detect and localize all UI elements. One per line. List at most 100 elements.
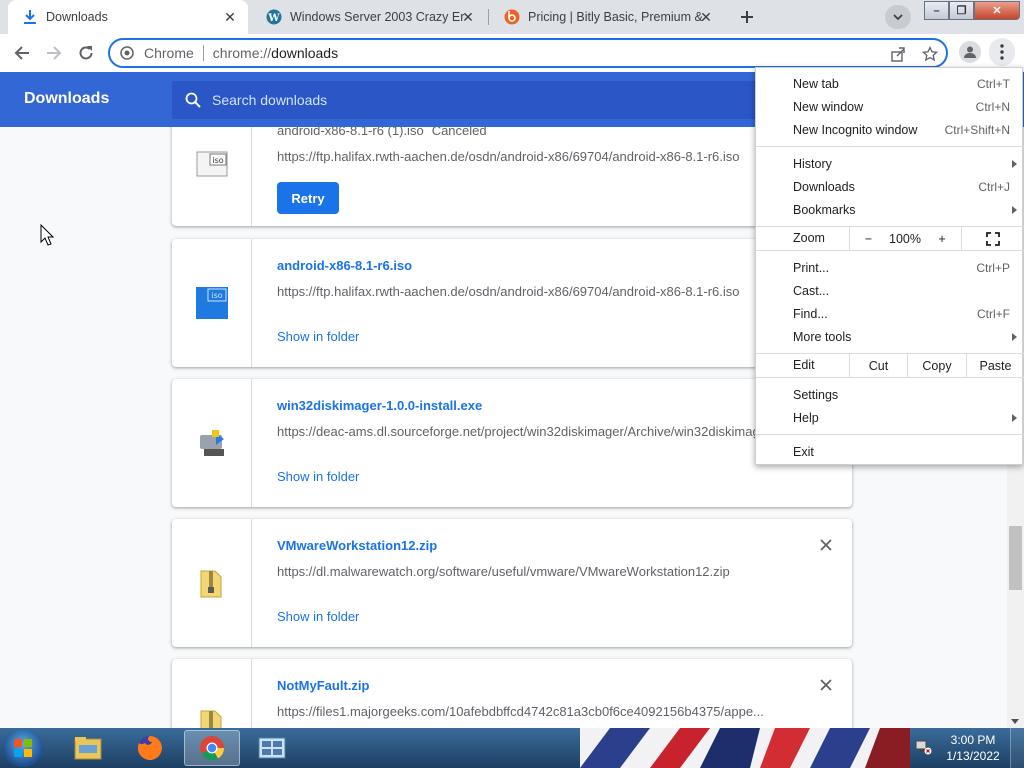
control-panel-icon[interactable] xyxy=(244,730,300,766)
submenu-arrow-icon xyxy=(1012,205,1017,214)
share-icon[interactable] xyxy=(888,44,908,64)
remove-download-icon[interactable] xyxy=(816,675,836,695)
minimize-button[interactable]: – xyxy=(924,1,949,20)
page-title: Downloads xyxy=(24,90,110,107)
firefox-icon[interactable] xyxy=(122,730,178,766)
mouse-cursor-icon xyxy=(40,223,55,246)
svg-text:iso: iso xyxy=(211,291,222,300)
menu-settings[interactable]: Settings xyxy=(756,383,1024,406)
maximize-button[interactable]: ❐ xyxy=(949,1,974,20)
close-tab-icon[interactable]: ✕ xyxy=(460,9,476,25)
submenu-arrow-icon xyxy=(1012,413,1017,422)
submenu-arrow-icon xyxy=(1012,159,1017,168)
paste-button[interactable]: Paste xyxy=(966,354,1024,377)
search-box[interactable] xyxy=(172,81,772,119)
download-filename[interactable]: NotMyFault.zip xyxy=(277,678,369,693)
download-filename[interactable]: android-x86-8.1-r6 (1).iso xyxy=(277,127,424,138)
close-tab-icon[interactable]: ✕ xyxy=(698,9,714,25)
tab-search-button[interactable] xyxy=(885,5,911,29)
download-url[interactable]: https://dl.malwarewatch.org/software/use… xyxy=(277,564,777,579)
profile-avatar-icon[interactable] xyxy=(959,41,981,63)
tab-title: Windows Server 2003 Crazy Error xyxy=(290,10,465,24)
show-in-folder-link[interactable]: Show in folder xyxy=(277,609,359,624)
show-in-folder-link[interactable]: Show in folder xyxy=(277,469,359,484)
download-item: VMwareWorkstation12.zip https://dl.malwa… xyxy=(172,519,852,647)
bookmark-star-icon[interactable] xyxy=(920,44,940,64)
explorer-icon[interactable] xyxy=(60,730,116,766)
installer-icon xyxy=(196,427,228,459)
clock-date: 1/13/2022 xyxy=(946,749,1000,763)
tab-strip: Downloads ✕ W Windows Server 2003 Crazy … xyxy=(0,0,1024,34)
download-filename[interactable]: android-x86-8.1-r6.iso xyxy=(277,258,412,273)
zoom-out-button[interactable]: − xyxy=(849,227,887,250)
scroll-down-icon[interactable] xyxy=(1011,719,1019,724)
tab-title: Downloads xyxy=(46,10,108,24)
menu-cast[interactable]: Cast... xyxy=(756,279,1024,302)
fullscreen-icon[interactable] xyxy=(961,227,1024,250)
chrome-icon[interactable] xyxy=(184,730,240,766)
search-input[interactable] xyxy=(212,92,712,108)
network-icon[interactable] xyxy=(914,738,932,768)
start-button[interactable] xyxy=(3,729,43,767)
forward-button[interactable] xyxy=(42,41,66,65)
download-item: win32diskimager-1.0.0-install.exe https:… xyxy=(172,379,852,507)
tab-title: Pricing | Bitly Basic, Premium & E xyxy=(528,10,703,24)
omnibox-url[interactable]: chrome://downloads xyxy=(213,45,338,61)
copy-button[interactable]: Copy xyxy=(907,354,966,377)
bitly-icon xyxy=(504,9,520,25)
menu-zoom-row: Zoom − 100% + xyxy=(756,227,1024,250)
download-url[interactable]: https://ftp.halifax.rwth-aachen.de/osdn/… xyxy=(277,284,777,299)
retry-button[interactable]: Retry xyxy=(277,182,339,214)
menu-edit-row: Edit Cut Copy Paste xyxy=(756,354,1024,377)
window-controls: – ❐ ✕ xyxy=(924,1,1020,20)
search-icon xyxy=(184,91,202,109)
download-url[interactable]: https://files1.majorgeeks.com/10afebdbff… xyxy=(277,704,777,719)
show-desktop-button[interactable] xyxy=(1010,728,1024,768)
chrome-main-menu: New tab Ctrl+T New window Ctrl+N New Incog… xyxy=(755,67,1024,465)
download-status: Canceled xyxy=(431,127,487,138)
menu-new-tab[interactable]: New tab Ctrl+T xyxy=(756,72,1024,95)
scroll-thumb[interactable] xyxy=(1009,526,1022,590)
menu-help[interactable]: Help xyxy=(756,406,1024,429)
close-tab-icon[interactable]: ✕ xyxy=(222,9,238,25)
tab-bitly-pricing[interactable]: Pricing | Bitly Basic, Premium & E ✕ xyxy=(490,0,724,34)
tab-windows-server[interactable]: W Windows Server 2003 Crazy Error ✕ xyxy=(252,0,486,34)
download-item: iso android-x86-8.1-r6 (1).iso Canceled h… xyxy=(172,127,852,226)
iso-file-icon: iso xyxy=(196,287,228,319)
menu-print[interactable]: Print... Ctrl+P xyxy=(756,256,1024,279)
download-item: NotMyFault.zip https://files1.majorgeeks… xyxy=(172,659,852,728)
download-url[interactable]: https://ftp.halifax.rwth-aachen.de/osdn/… xyxy=(277,149,777,164)
cut-button[interactable]: Cut xyxy=(849,354,907,377)
menu-downloads[interactable]: Downloads Ctrl+J xyxy=(756,175,1024,198)
menu-exit[interactable]: Exit xyxy=(756,440,1024,463)
new-tab-button[interactable] xyxy=(734,5,760,29)
remove-download-icon[interactable] xyxy=(816,535,836,555)
reload-button[interactable] xyxy=(74,41,98,65)
zoom-in-button[interactable]: + xyxy=(923,227,961,250)
system-clock[interactable]: 3:00 PM 1/13/2022 xyxy=(942,732,1004,764)
menu-bookmarks[interactable]: Bookmarks xyxy=(756,198,1024,221)
show-in-folder-link[interactable]: Show in folder xyxy=(277,329,359,344)
download-filename[interactable]: win32diskimager-1.0.0-install.exe xyxy=(277,398,482,413)
submenu-arrow-icon xyxy=(1012,332,1017,341)
menu-find[interactable]: Find... Ctrl+F xyxy=(756,302,1024,325)
windows-taskbar: 3:00 PM 1/13/2022 xyxy=(0,728,1024,768)
chrome-menu-button[interactable] xyxy=(989,38,1015,66)
menu-new-window[interactable]: New window Ctrl+N xyxy=(756,95,1024,118)
menu-more-tools[interactable]: More tools xyxy=(756,325,1024,348)
wordpress-icon: W xyxy=(266,9,282,25)
zoom-level: 100% xyxy=(889,231,921,246)
chrome-page-icon xyxy=(120,46,134,60)
download-filename[interactable]: VMwareWorkstation12.zip xyxy=(277,538,437,553)
download-item: iso android-x86-8.1-r6.iso https://ftp.h… xyxy=(172,239,852,367)
address-bar[interactable]: Chrome chrome://downloads xyxy=(108,38,948,68)
tab-downloads[interactable]: Downloads ✕ xyxy=(8,0,248,34)
svg-text:W: W xyxy=(267,13,280,24)
download-url[interactable]: https://deac-ams.dl.sourceforge.net/proj… xyxy=(277,424,777,439)
menu-new-incognito[interactable]: New Incognito window Ctrl+Shift+N xyxy=(756,118,1024,141)
omnibox-chip: Chrome xyxy=(144,45,194,61)
close-window-button[interactable]: ✕ xyxy=(974,1,1020,20)
back-button[interactable] xyxy=(10,41,34,65)
zip-folder-icon xyxy=(196,707,228,728)
menu-history[interactable]: History xyxy=(756,152,1024,175)
